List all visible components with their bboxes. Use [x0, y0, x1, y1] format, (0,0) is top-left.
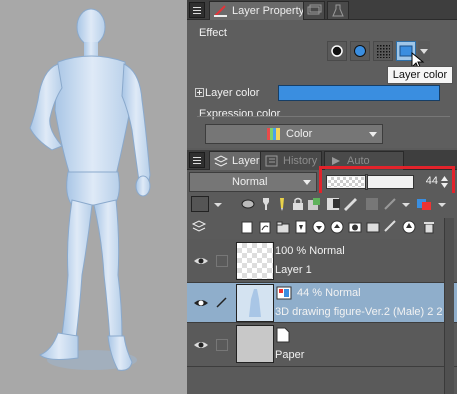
layer-property-icon: [214, 5, 227, 17]
reference-layer-icon[interactable]: [258, 196, 274, 212]
apply-mask-icon[interactable]: [365, 219, 381, 235]
clipping-icon[interactable]: [240, 196, 256, 212]
color-icon: [267, 128, 280, 140]
expression-color-value: Color: [286, 128, 313, 140]
tab-flask[interactable]: [327, 1, 349, 20]
trash-icon[interactable]: [421, 219, 437, 235]
eye-icon[interactable]: [192, 337, 210, 353]
canvas-area[interactable]: [0, 0, 187, 394]
layer-opacity-mode: 100 % Normal: [275, 245, 345, 257]
layer-name: Layer 1: [275, 264, 312, 276]
ruler-icon[interactable]: [342, 196, 358, 212]
blend-mode-select[interactable]: Normal: [189, 172, 317, 192]
layer-list-scrollbar[interactable]: [444, 218, 454, 394]
layer-row-layer1[interactable]: 100 % Normal Layer 1: [187, 239, 457, 283]
chevron-down-icon[interactable]: [398, 196, 414, 212]
flask-icon: [332, 4, 344, 17]
mask-icon[interactable]: [326, 196, 342, 212]
tooltip: Layer color: [387, 66, 453, 84]
layer-search-icon: [307, 4, 322, 15]
layer-row-paper[interactable]: Paper: [187, 323, 457, 367]
border-effect-icon: [331, 45, 343, 57]
3d-figure[interactable]: [0, 0, 187, 394]
merge-down-icon[interactable]: [311, 219, 327, 235]
layer-toolbar-row-2: [187, 216, 457, 238]
chevron-down-icon[interactable]: [434, 196, 450, 212]
new-raster-layer-icon[interactable]: [239, 219, 255, 235]
tab-history-label: History: [283, 155, 318, 167]
layer-thumbnail: [236, 325, 274, 363]
right-panels: Layer Property Effect Layer color Expres…: [187, 0, 457, 394]
chevron-down-icon: [369, 132, 377, 137]
chevron-down-icon[interactable]: [210, 196, 226, 212]
merge-visible-icon[interactable]: [329, 219, 345, 235]
layer-property-tabbar: Layer Property: [187, 0, 457, 20]
blend-mode-value: Normal: [232, 176, 268, 188]
layer-lock-checkbox[interactable]: [216, 339, 228, 351]
edit-icon[interactable]: [382, 196, 398, 212]
eye-icon[interactable]: [192, 295, 210, 311]
border-effect-button[interactable]: [327, 41, 347, 61]
panel-menu-icon[interactable]: [189, 152, 205, 168]
figure-thumbnail-icon: [249, 289, 261, 317]
tone-effect-button[interactable]: [373, 41, 393, 61]
tab-layer-label: Layer: [232, 155, 260, 167]
layer-thumbnail: [236, 284, 274, 322]
transfer-up-icon[interactable]: [401, 219, 417, 235]
layer-lock-checkbox[interactable]: [216, 255, 228, 267]
layer-color-swatch[interactable]: [278, 85, 440, 101]
eye-icon[interactable]: [192, 253, 210, 269]
layer-color-label: Layer color: [205, 87, 260, 99]
layer-color-mode-icon[interactable]: [416, 196, 432, 212]
layer-stack-icon: [213, 155, 228, 167]
tab-layer-search[interactable]: [303, 1, 325, 20]
tone-effect-icon: [376, 44, 390, 58]
layer-stack-icon[interactable]: [191, 219, 207, 235]
3d-layer-icon: [276, 286, 292, 300]
layer-list-empty: [187, 367, 457, 394]
tab-history[interactable]: History: [260, 151, 323, 170]
extract-line-button[interactable]: [350, 41, 370, 61]
layer-row-3d-figure[interactable]: 44 % Normal 3D drawing figure-Ver.2 (Mal…: [187, 283, 457, 323]
plus-icon[interactable]: [195, 88, 204, 97]
ruler-create-icon[interactable]: [383, 219, 399, 235]
pen-icon[interactable]: [215, 295, 229, 309]
new-folder-icon[interactable]: [275, 219, 291, 235]
new-vector-layer-icon[interactable]: [257, 219, 273, 235]
layer-name: Paper: [275, 349, 305, 361]
expression-color-select[interactable]: Color: [205, 124, 383, 144]
layer-color-box-button[interactable]: [191, 196, 209, 212]
transfer-down-icon[interactable]: [293, 219, 309, 235]
lock-transparent-icon[interactable]: [306, 196, 322, 212]
effect-label: Effect: [199, 27, 227, 39]
tab-layer[interactable]: Layer: [209, 151, 265, 170]
layer-name: 3D drawing figure-Ver.2 (Male) 2 2: [275, 306, 443, 318]
tab-layer-property[interactable]: Layer Property: [209, 1, 310, 20]
layer-thumbnail: [236, 242, 274, 280]
palette-color-icon[interactable]: [364, 196, 380, 212]
mask-create-icon[interactable]: [347, 219, 363, 235]
layer-toolbar-row-1: [187, 193, 457, 215]
panel-menu-icon[interactable]: [189, 2, 205, 18]
chevron-down-icon: [303, 180, 311, 185]
paper-layer-icon: [276, 327, 290, 343]
lock-icon[interactable]: [290, 196, 306, 212]
draft-layer-icon[interactable]: [274, 196, 290, 212]
tab-layer-property-label: Layer Property: [232, 5, 305, 17]
history-icon: [265, 155, 278, 167]
layer-opacity-mode: 44 % Normal: [297, 287, 361, 299]
opacity-highlight-box: [319, 166, 455, 196]
extract-line-icon: [354, 45, 366, 57]
layer-color-row: Layer color: [187, 82, 457, 104]
layer-property-body: Effect Layer color Expression color Colo…: [187, 20, 457, 148]
